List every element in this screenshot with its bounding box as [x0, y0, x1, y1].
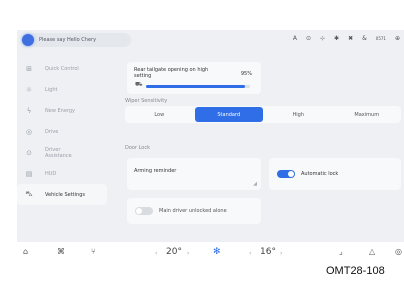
sidebar-item-light[interactable]: ☼ Light — [17, 79, 107, 100]
right-temp-down-button[interactable]: ‹ — [249, 250, 251, 257]
left-temperature: 20° — [166, 247, 182, 257]
drive-icon: ◎ — [25, 127, 33, 136]
seat-icon[interactable]: ⑂ — [91, 247, 96, 256]
energy-icon: ϟ — [26, 106, 32, 115]
assistant-prompt: Please say Hello Chery — [39, 37, 97, 43]
arming-reminder-label: Arming reminder — [134, 168, 177, 174]
profile-a-icon[interactable]: A — [293, 35, 297, 42]
right-temp-up-button[interactable]: › — [280, 250, 282, 257]
sidebar-item-label: New Energy — [45, 107, 75, 114]
sidebar-item-label: Drive — [45, 128, 59, 135]
hud-icon: ▤ — [25, 169, 33, 178]
wiper-option-maximum[interactable]: Maximum — [333, 106, 402, 123]
tailgate-label: Rear tailgate opening on high setting — [134, 67, 209, 79]
apps-grid-icon[interactable]: ⌘ — [57, 247, 65, 256]
main-driver-unlock-card: Main driver unlocked alone — [127, 198, 261, 224]
sidebar-item-hud[interactable]: ▤ HUD — [17, 163, 107, 184]
tailgate-percent: 95% — [240, 71, 252, 77]
seat-heat-icon[interactable]: ⌟ — [339, 247, 343, 256]
parking-icon[interactable]: ⊹ — [320, 35, 325, 42]
figure-code: OMT28-108 — [326, 265, 385, 277]
wiper-option-high[interactable]: High — [264, 106, 333, 123]
automatic-lock-label: Automatic lock — [301, 171, 339, 177]
automatic-lock-toggle[interactable] — [277, 170, 295, 178]
left-temp-up-button[interactable]: › — [187, 250, 189, 257]
wiper-section-title: Wiper Sensitivity — [125, 98, 168, 104]
main-driver-unlock-label: Main driver unlocked alone — [159, 208, 227, 214]
tailgate-card: Rear tailgate opening on high setting 95… — [127, 62, 261, 94]
sidebar-item-label: Quick Control — [45, 65, 79, 72]
top-bar: Please say Hello Chery A ⊙ ⊹ ✱ ✖ & 0571 … — [17, 30, 404, 50]
mute-icon[interactable]: ✖ — [348, 35, 353, 42]
camera-icon[interactable]: ⊙ — [306, 35, 311, 42]
warning-icon[interactable]: △ — [369, 247, 375, 256]
sidebar-item-label: Driver Assistance — [45, 146, 72, 159]
tailgate-slider-fill — [146, 85, 245, 88]
toggle-knob — [136, 208, 142, 214]
sidebar-item-label: Light — [45, 86, 58, 93]
home-icon[interactable]: ⌂ — [23, 247, 28, 256]
tailgate-car-icon: ⛟ — [135, 81, 143, 88]
steering-icon: ⊙ — [26, 148, 32, 157]
tailgate-slider[interactable] — [146, 85, 250, 88]
wiper-option-standard[interactable]: Standard — [194, 107, 263, 122]
right-temperature: 16° — [260, 247, 276, 257]
expand-corner-icon: ◢ — [253, 181, 257, 187]
grid-icon: ⊞ — [26, 64, 32, 73]
sidebar: ⊞ Quick Control ☼ Light ϟ New Energy ◎ D… — [17, 58, 107, 205]
car-icon: ⛍ — [25, 190, 33, 198]
clock-text: 0571 — [375, 36, 386, 41]
sidebar-item-label: HUD — [45, 170, 57, 177]
signal-icon: & — [362, 35, 367, 42]
light-icon: ☼ — [25, 85, 33, 94]
bluetooth-icon[interactable]: ✱ — [334, 35, 339, 42]
volume-icon[interactable]: ◎ — [395, 247, 402, 256]
status-icons: A ⊙ ⊹ ✱ ✖ & 0571 ⊕ — [293, 35, 400, 42]
voice-assistant-bar[interactable]: Please say Hello Chery — [21, 33, 131, 47]
left-temp-down-button[interactable]: ‹ — [155, 250, 157, 257]
fan-icon[interactable]: ✻ — [213, 247, 221, 257]
wiper-sensitivity-selector: Low Standard High Maximum — [125, 106, 401, 123]
arming-reminder-card[interactable]: Arming reminder ◢ — [127, 158, 261, 190]
sidebar-item-label: Vehicle Settings — [45, 191, 85, 198]
door-lock-section-title: Door Lock — [125, 145, 151, 151]
sidebar-item-new-energy[interactable]: ϟ New Energy — [17, 100, 107, 121]
wiper-option-low[interactable]: Low — [125, 106, 194, 123]
infotainment-screen: Please say Hello Chery A ⊙ ⊹ ✱ ✖ & 0571 … — [17, 30, 404, 265]
sidebar-item-drive[interactable]: ◎ Drive — [17, 121, 107, 142]
voice-assistant-icon[interactable] — [22, 34, 34, 46]
sidebar-item-driver-assistance[interactable]: ⊙ Driver Assistance — [17, 142, 107, 163]
sidebar-item-quick-control[interactable]: ⊞ Quick Control — [17, 58, 107, 79]
bottom-bar: ⌂ ⌘ ⑂ ‹ 20° › ✻ ‹ 16° › ⌟ △ ◎ — [17, 242, 404, 265]
sidebar-item-vehicle-settings[interactable]: ⛍ Vehicle Settings — [17, 184, 107, 205]
settings-icon[interactable]: ⊕ — [395, 35, 400, 42]
main-driver-unlock-toggle[interactable] — [135, 207, 153, 215]
automatic-lock-card: Automatic lock — [269, 158, 401, 190]
toggle-knob — [288, 171, 294, 177]
